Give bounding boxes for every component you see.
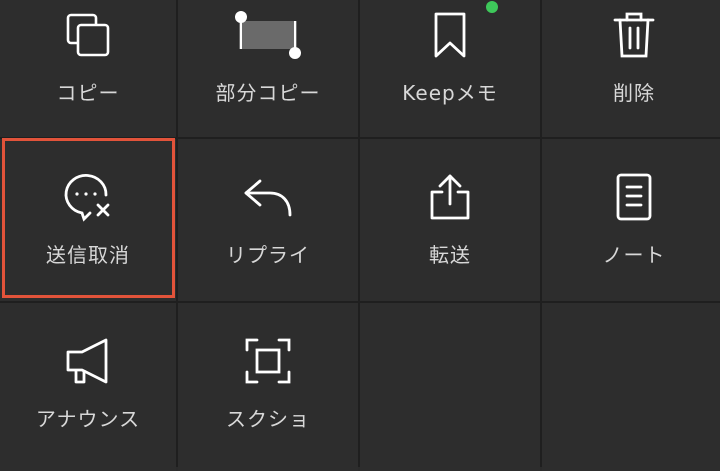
screenshot-button[interactable]: スクショ [178,303,358,471]
delete-button[interactable]: 削除 [542,0,720,137]
partial-copy-label: 部分コピー [215,81,321,105]
note-icon [602,169,666,225]
copy-icon [56,7,120,63]
screenshot-label: スクショ [226,407,310,431]
copy-label: コピー [56,81,120,105]
note-button[interactable]: ノート [542,139,720,301]
reply-arrow-icon [236,169,300,225]
copy-button[interactable]: コピー [0,0,176,137]
forward-label: 転送 [429,243,471,267]
delete-label: 削除 [613,81,655,105]
keep-memo-label: Keepメモ [402,81,498,105]
keep-memo-button[interactable]: Keepメモ [360,0,540,137]
screenshot-frame-icon [236,333,300,389]
announce-button[interactable]: アナウンス [0,303,176,471]
partial-copy-icon [235,7,301,63]
announce-label: アナウンス [35,407,141,431]
forward-button[interactable]: 転送 [360,139,540,301]
bookmark-icon [418,7,482,63]
unsend-label: 送信取消 [46,243,130,267]
empty-cell [360,303,540,471]
partial-copy-button[interactable]: 部分コピー [178,0,358,137]
share-upload-icon [418,169,482,225]
new-badge [486,1,498,13]
note-label: ノート [602,243,666,267]
trash-icon [602,7,666,63]
unsend-button[interactable]: 送信取消 [0,139,176,301]
empty-cell [542,303,720,471]
megaphone-icon [56,333,120,389]
message-action-menu: コピー 部分コピー Keepメモ 削除 送信取消 リプライ 転送 ノート アナウ… [0,0,720,471]
unsend-bubble-icon [56,169,120,225]
reply-label: リプライ [226,243,310,267]
reply-button[interactable]: リプライ [178,139,358,301]
